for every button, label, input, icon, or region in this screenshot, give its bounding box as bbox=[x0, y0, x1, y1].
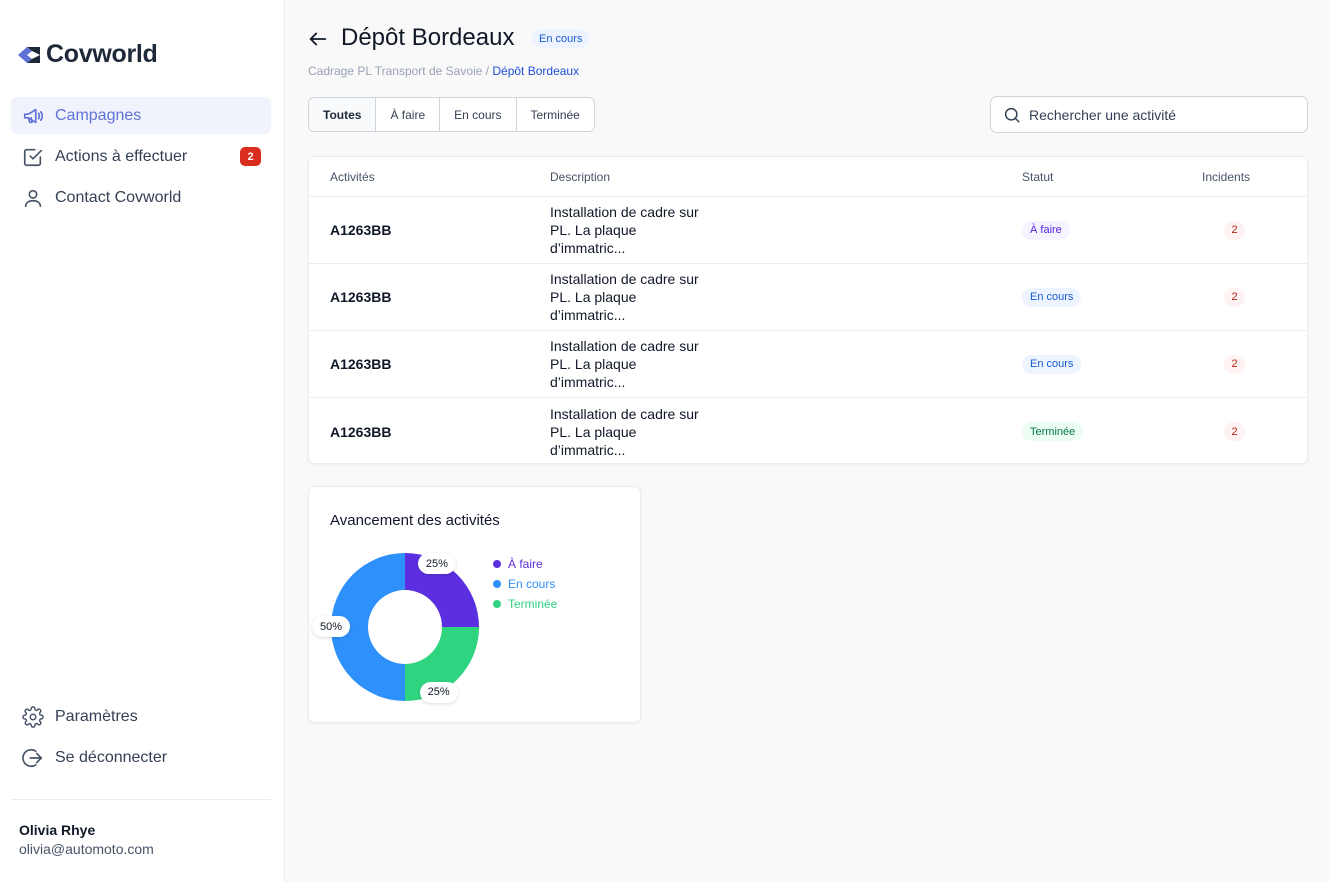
activity-description: Installation de cadre sur PL. La plaque d’… bbox=[550, 405, 730, 459]
logo[interactable]: Covworld bbox=[18, 40, 158, 69]
description-line: Installation de cadre sur bbox=[550, 271, 699, 287]
logo-text: Covworld bbox=[46, 40, 158, 68]
activity-id: A1263BB bbox=[330, 289, 392, 305]
sidebar-item-campagnes[interactable]: Campagnes bbox=[11, 97, 271, 134]
tab-toutes[interactable]: Toutes bbox=[309, 98, 377, 131]
slice-percentage-label: 25% bbox=[419, 681, 458, 703]
sidebar-item-label: Paramètres bbox=[55, 707, 138, 725]
column-header-activites[interactable]: Activités bbox=[330, 170, 375, 184]
breadcrumb-current[interactable]: Dépôt Bordeaux bbox=[492, 64, 579, 78]
search-box[interactable] bbox=[990, 96, 1308, 133]
slice-percentage-label: 50% bbox=[312, 616, 351, 637]
description-line: Installation de cadre sur bbox=[550, 204, 699, 220]
description-line: d’immatric... bbox=[550, 441, 626, 458]
activity-id: A1263BB bbox=[330, 356, 392, 372]
status-filter-tabs: Toutes À faire En cours Terminée bbox=[308, 97, 595, 132]
legend-label: À faire bbox=[508, 557, 543, 571]
legend-label: Terminée bbox=[508, 597, 558, 611]
description-line: Installation de cadre sur bbox=[550, 338, 699, 354]
column-header-description[interactable]: Description bbox=[550, 170, 730, 184]
sidebar-bottom-nav: Paramètres Se déconnecter bbox=[11, 698, 271, 780]
activity-description: Installation de cadre sur PL. La plaque d’… bbox=[550, 270, 730, 324]
progress-chart-card: Avancement des activités À faire En cours… bbox=[308, 486, 641, 723]
activity-id: A1263BB bbox=[330, 423, 392, 440]
tab-en-cours[interactable]: En cours bbox=[440, 98, 517, 131]
status-badge: En cours bbox=[1022, 354, 1082, 374]
gear-icon bbox=[22, 705, 44, 728]
status-badge: À faire bbox=[1022, 220, 1070, 240]
activities-table: Activités Description Statut Incidents A… bbox=[308, 156, 1308, 464]
sidebar: Covworld Campagnes Actions à effectuer 2… bbox=[0, 0, 285, 882]
sidebar-item-label: Actions à effectuer bbox=[55, 147, 188, 165]
column-header-statut[interactable]: Statut bbox=[1022, 170, 1053, 184]
description-line: Installation de cadre sur bbox=[550, 405, 699, 422]
status-badge: En cours bbox=[532, 29, 590, 48]
table-row[interactable]: A1263BB Installation de cadre sur PL. La p… bbox=[309, 264, 1307, 331]
breadcrumb-separator: / bbox=[485, 64, 490, 78]
check-square-icon bbox=[23, 148, 43, 166]
description-line: PL. La plaque bbox=[550, 423, 637, 440]
activity-description: Installation de cadre sur PL. La plaque d’… bbox=[550, 203, 730, 257]
back-arrow-icon[interactable] bbox=[307, 28, 329, 50]
sidebar-item-contact[interactable]: Contact Covworld bbox=[11, 179, 271, 216]
breadcrumb: Cadrage PL Transport de Savoie / Dépôt B… bbox=[308, 64, 579, 78]
activity-description: Installation de cadre sur PL. La plaque d’… bbox=[550, 337, 730, 391]
description-line: PL. La plaque bbox=[550, 356, 637, 372]
sidebar-item-actions[interactable]: Actions à effectuer 2 bbox=[11, 138, 271, 175]
status-badge: Terminée bbox=[1022, 422, 1084, 442]
chart-legend: À faire En cours Terminée bbox=[493, 554, 557, 614]
table-row[interactable]: A1263BB Installation de cadre sur PL. La p… bbox=[309, 331, 1307, 398]
megaphone-icon bbox=[23, 108, 43, 123]
legend-label: En cours bbox=[508, 577, 556, 591]
legend-item: Terminée bbox=[493, 594, 557, 614]
sidebar-item-logout[interactable]: Se déconnecter bbox=[11, 739, 271, 776]
logo-icon bbox=[18, 46, 40, 63]
sidebar-item-label: Contact Covworld bbox=[55, 188, 182, 206]
table-header: Activités Description Statut Incidents bbox=[309, 157, 1307, 197]
incident-count-badge: 2 bbox=[1224, 422, 1245, 441]
sidebar-nav: Campagnes Actions à effectuer 2 Contact … bbox=[11, 97, 271, 220]
sidebar-item-parametres[interactable]: Paramètres bbox=[11, 698, 271, 735]
activity-id: A1263BB bbox=[330, 222, 392, 238]
legend-dot bbox=[493, 600, 501, 608]
user-profile[interactable]: Olivia Rhye olivia@automoto.com bbox=[19, 822, 154, 857]
description-line: d’immatric... bbox=[550, 240, 626, 256]
incident-count-badge: 2 bbox=[1224, 287, 1245, 307]
description-line: d’immatric... bbox=[550, 307, 626, 323]
tab-a-faire[interactable]: À faire bbox=[376, 98, 441, 131]
user-email: olivia@automoto.com bbox=[19, 841, 154, 857]
search-icon bbox=[1004, 107, 1020, 122]
legend-item: À faire bbox=[493, 554, 557, 574]
user-icon bbox=[24, 189, 42, 207]
legend-item: En cours bbox=[493, 574, 557, 594]
legend-dot bbox=[493, 560, 501, 568]
sidebar-item-label: Se déconnecter bbox=[55, 748, 168, 766]
incident-count-badge: 2 bbox=[1224, 220, 1245, 240]
user-name: Olivia Rhye bbox=[19, 822, 96, 838]
sidebar-divider bbox=[11, 799, 271, 800]
description-line: d’immatric... bbox=[550, 374, 626, 390]
column-header-incidents[interactable]: Incidents bbox=[1202, 170, 1250, 184]
donut-chart bbox=[331, 553, 479, 701]
table-row[interactable]: A1263BB Installation de cadre sur PL. La p… bbox=[309, 398, 1307, 463]
notification-badge: 2 bbox=[240, 147, 261, 166]
status-badge: En cours bbox=[1022, 287, 1082, 307]
description-line: PL. La plaque bbox=[550, 222, 637, 238]
slice-percentage-label: 25% bbox=[417, 553, 456, 575]
sidebar-item-label: Campagnes bbox=[55, 106, 142, 124]
legend-dot bbox=[493, 580, 501, 588]
logout-icon bbox=[22, 748, 43, 767]
table-row[interactable]: A1263BB Installation de cadre sur PL. La p… bbox=[309, 197, 1307, 264]
tab-terminee[interactable]: Terminée bbox=[517, 98, 594, 131]
description-line: PL. La plaque bbox=[550, 289, 637, 305]
page-title: Dépôt Bordeaux bbox=[341, 24, 515, 51]
search-input[interactable] bbox=[1029, 106, 1299, 123]
breadcrumb-parent[interactable]: Cadrage PL Transport de Savoie bbox=[308, 64, 482, 78]
incident-count-badge: 2 bbox=[1224, 354, 1245, 374]
